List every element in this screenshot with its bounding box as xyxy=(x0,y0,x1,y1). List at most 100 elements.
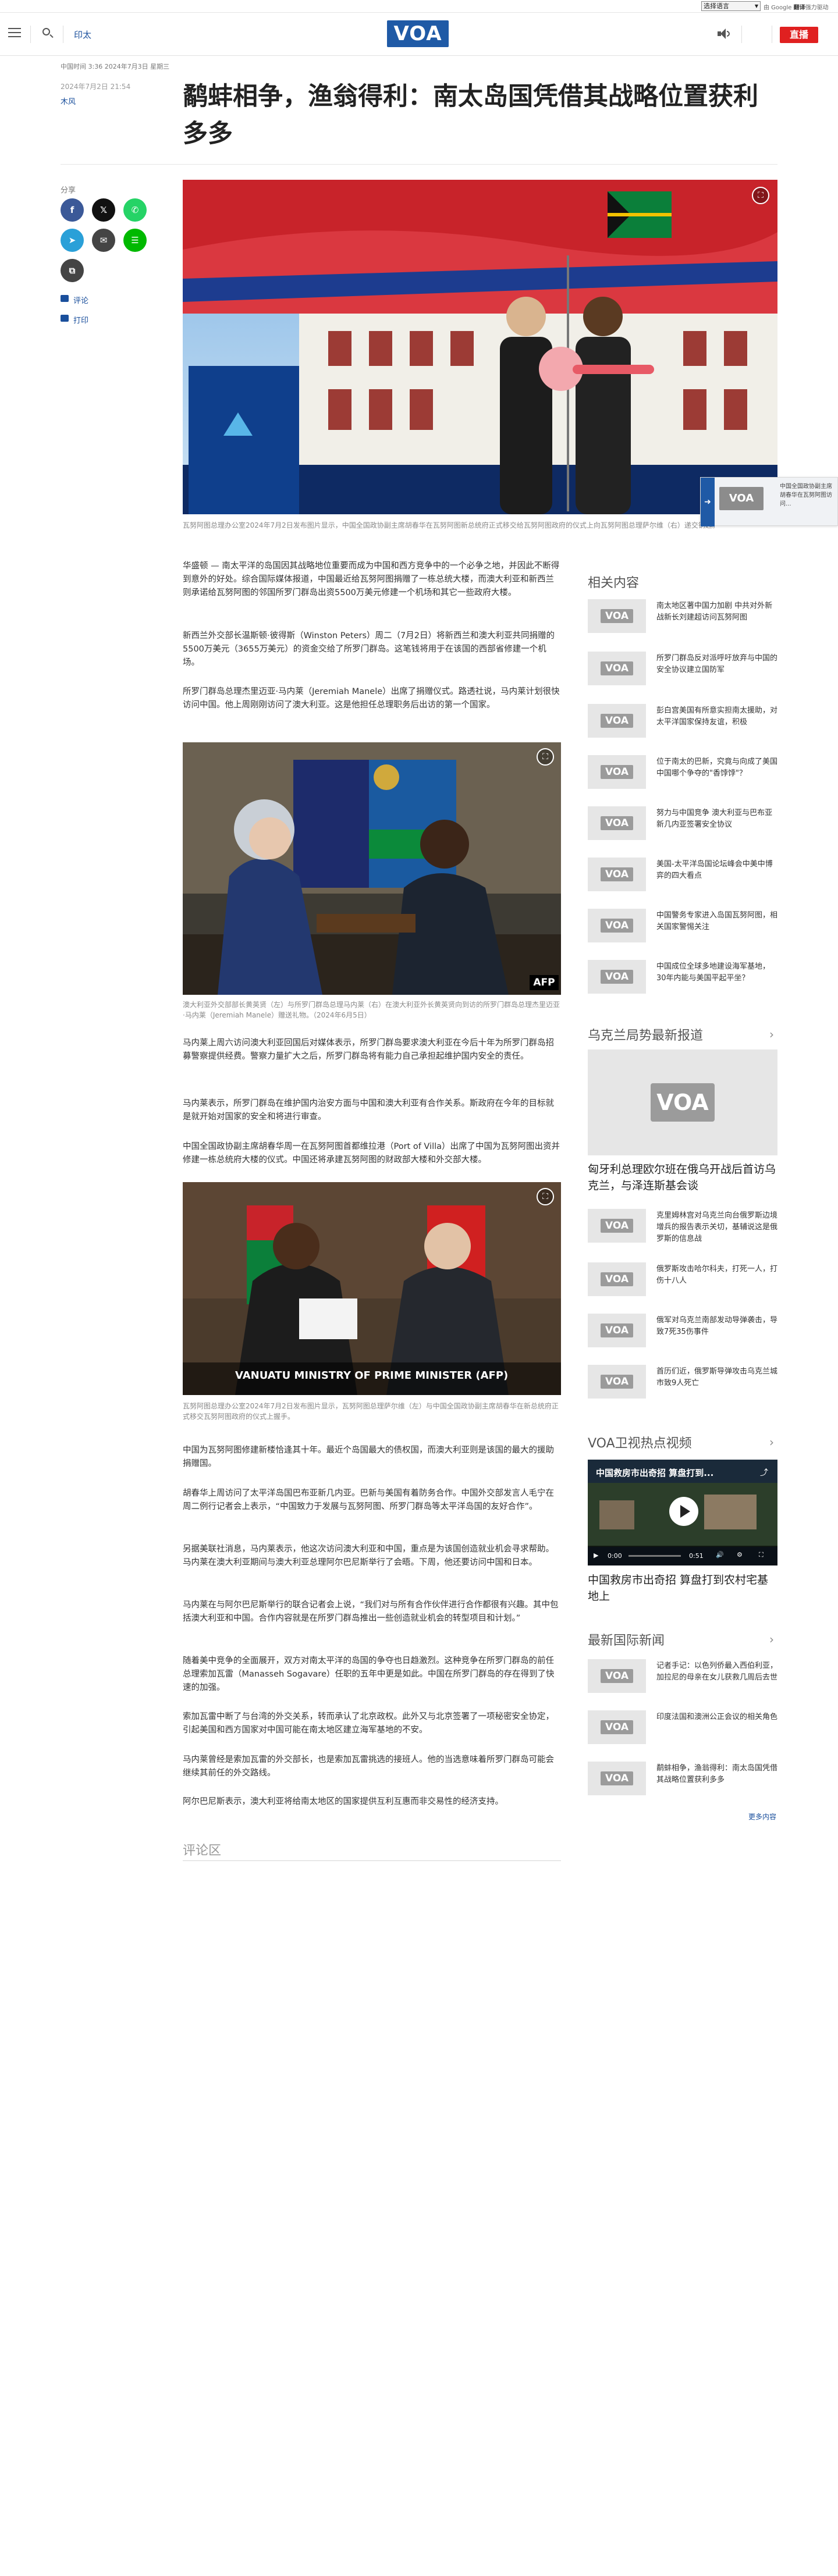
intl-item[interactable]: VOA 记者手记：以色列侨最入西伯利亚，加拉尼的母亲在女儿获救几周后去世 xyxy=(588,1659,777,1700)
intl-item[interactable]: VOA 印度法国和澳洲公正会议的相关角色 xyxy=(588,1710,777,1751)
ukraine-item[interactable]: VOA 俄军对乌克兰南部发动导弹袭击，导致7死35伤事件 xyxy=(588,1314,777,1354)
afp-badge: AFP xyxy=(530,975,559,990)
divider xyxy=(61,164,777,165)
thumbnail-logo: VOA xyxy=(601,714,633,728)
article-image-2: AFP ⛶ xyxy=(183,742,561,995)
thumbnail-logo: VOA xyxy=(601,661,633,675)
related-item[interactable]: VOA 中国警务专家进入岛国瓦努阿图，相关国家警惕关注 xyxy=(588,909,777,949)
video-caption-link[interactable]: 中国救房市出奇招 算盘打到农村宅基地上 xyxy=(588,1572,777,1604)
print-link[interactable]: 打印 xyxy=(61,314,88,325)
language-select-label: 选择语言 xyxy=(704,2,729,10)
thumbnail-logo: VOA xyxy=(601,1669,633,1683)
live-button[interactable]: 直播 xyxy=(780,27,818,43)
video-heading: VOA卫视热点视频 xyxy=(588,1436,692,1451)
facebook-share-icon[interactable]: f xyxy=(61,198,84,222)
audio-icon[interactable] xyxy=(718,29,730,39)
author-link[interactable]: 木风 xyxy=(61,95,76,106)
expand-icon[interactable]: ⛶ xyxy=(537,748,554,766)
video-player[interactable]: 中国救房市出奇招 算盘打到... ⤴ ▶ 0:00 0:51 🔊 ⚙ ⛶ xyxy=(588,1460,777,1565)
related-item[interactable]: VOA 位于南太的巴新，究竟与向成了美国中国哪个争夺的"香饽饽"？ xyxy=(588,755,777,796)
intl-heading: 最新国际新闻 xyxy=(588,1634,665,1648)
play-button[interactable] xyxy=(669,1497,698,1526)
floating-article-card[interactable]: ➜ VOA 中国全国政协副主席胡春华在瓦努阿图访问... xyxy=(700,477,838,526)
handshake-photo xyxy=(183,1182,561,1395)
thumbnail: VOA xyxy=(588,858,646,891)
intl-item-title: 记者手记：以色列侨最入西伯利亚，加拉尼的母亲在女儿获救几周后去世 xyxy=(656,1661,778,1682)
section-link-indo-pacific[interactable]: 印太 xyxy=(74,29,91,41)
voa-logo[interactable]: VOA xyxy=(387,20,449,47)
fullscreen-icon[interactable]: ⛶ xyxy=(759,1551,764,1559)
arrow-right-icon[interactable]: ➜ xyxy=(701,478,715,526)
thumbnail-logo: VOA xyxy=(601,765,633,779)
article-paragraph: 另据美联社消息，马内莱表示，他这次访问澳大利亚和中国，重点是为该国创造就业机会寻… xyxy=(183,1545,554,1567)
thumbnail-logo: VOA xyxy=(601,1375,633,1389)
thumbnail: VOA xyxy=(588,1314,646,1347)
credit-suffix: 强力驱动 xyxy=(805,5,829,11)
divider xyxy=(741,26,742,43)
video-progress[interactable] xyxy=(628,1555,681,1557)
timeline-date: 中国时间 3:36 2024年7月3日 星期三 xyxy=(61,63,170,70)
thumbnail-logo: VOA xyxy=(601,609,633,623)
expand-icon[interactable]: ⛶ xyxy=(537,1188,554,1205)
comments-link[interactable]: 评论 xyxy=(61,294,88,305)
comments-link-label: 评论 xyxy=(73,297,89,305)
divider xyxy=(30,26,31,43)
ukraine-heading: 乌克兰局势最新报道 xyxy=(588,1029,704,1043)
search-icon[interactable] xyxy=(41,27,54,40)
image-2-caption: 澳大利亚外交部部长黄英贤（左）与所罗门群岛总理马内莱（右）在澳大利亚外长黄英贤向… xyxy=(183,1001,560,1019)
play-icon[interactable]: ▶ xyxy=(594,1552,598,1559)
language-select[interactable]: 选择语言 ▼ xyxy=(701,1,761,11)
volume-icon[interactable]: 🔊 xyxy=(716,1551,724,1559)
intl-item[interactable]: VOA 鹬蚌相争，渔翁得利：南太岛国凭借其战略位置获利多多 xyxy=(588,1762,777,1802)
x-share-icon[interactable]: 𝕏 xyxy=(92,198,115,222)
settings-icon[interactable]: ⚙ xyxy=(737,1551,743,1559)
thumbnail-logo: VOA xyxy=(601,970,633,984)
related-item[interactable]: VOA 南太地区著中国力加剧 中共对外新战新长刘建超访问瓦努阿图 xyxy=(588,599,777,640)
article-paragraph: 马内莱表示，所罗门群岛在维护国内治安方面与中国和澳大利亚有合作关系。斯政府在今年… xyxy=(183,1099,554,1122)
thumbnail: VOA xyxy=(588,1710,646,1744)
print-link-label: 打印 xyxy=(73,316,89,325)
related-item[interactable]: VOA 努力与中国竞争 澳大利亚与巴布亚新几内亚签署安全协议 xyxy=(588,806,777,847)
ukraine-feature-title[interactable]: 匈牙利总理欧尔班在俄乌开战后首访乌克兰，与泽连斯基会谈 xyxy=(588,1161,777,1194)
ukraine-item-title: 俄军对乌克兰南部发动导弹袭击，导致7死35伤事件 xyxy=(656,1316,778,1336)
video-duration: 0:51 xyxy=(689,1552,704,1560)
ukraine-item[interactable]: VOA 俄罗斯攻击哈尔科夫，打死一人，打伤十八人 xyxy=(588,1262,777,1303)
video-section-link[interactable]: VOA卫视热点视频 › xyxy=(588,1433,777,1451)
thumbnail-logo: VOA xyxy=(601,1771,633,1785)
ukraine-section-link[interactable]: 乌克兰局势最新报道 › xyxy=(588,1025,777,1043)
related-item[interactable]: VOA 所罗门群岛反对派呼吁放弃与中国的安全协议建立国防军 xyxy=(588,652,777,692)
share-icon[interactable]: ⤴ xyxy=(760,1467,768,1478)
chevron-right-icon: › xyxy=(769,1632,774,1646)
thumbnail: VOA xyxy=(588,1659,646,1693)
ukraine-feature-thumbnail[interactable]: VOA xyxy=(588,1049,777,1155)
email-share-icon[interactable]: ✉ xyxy=(92,229,115,252)
share-label: 分享 xyxy=(61,186,76,195)
expand-icon[interactable]: ⛶ xyxy=(752,187,769,204)
article-paragraph: 随着美中竞争的全面展开，双方对南太平洋的岛国的争夺也日趋激烈。这种竞争在所罗门群… xyxy=(183,1656,555,1692)
comments-heading: 评论区 xyxy=(183,1844,222,1858)
credit-brand: 翻译 xyxy=(793,5,805,11)
chevron-down-icon: ▼ xyxy=(754,3,758,9)
hero-photo xyxy=(183,180,777,514)
intl-section-link[interactable]: 最新国际新闻 › xyxy=(588,1630,777,1648)
ukraine-item[interactable]: VOA 克里姆林宫对乌克兰向台俄罗斯边境增兵的报告表示关切，基辅说这是俄罗斯的信息… xyxy=(588,1209,777,1250)
line-share-icon[interactable]: ☰ xyxy=(123,229,147,252)
whatsapp-share-icon[interactable]: ✆ xyxy=(123,198,147,222)
credit-prefix: 由 Google xyxy=(764,5,792,11)
more-link[interactable]: 更多内容 xyxy=(748,1812,776,1821)
publish-date: 2024年7月2日 21:54 xyxy=(61,83,131,91)
related-item[interactable]: VOA 彭白宫美国有所意实担南太援助，对太平洋国家保持友谊，积极 xyxy=(588,704,777,745)
related-item[interactable]: VOA 中国成位全球多地建设海军基地，30年内能与美国平起平坐？ xyxy=(588,960,777,995)
article-paragraph: 所罗门群岛总理杰里迈亚·马内莱（Jeremiah Manele）出席了捐赠仪式。… xyxy=(183,687,560,710)
ukraine-item[interactable]: VOA 首历们近，俄罗斯导弹攻击乌克兰城市致9人死亡 xyxy=(588,1365,777,1406)
related-item-title: 南太地区著中国力加剧 中共对外新战新长刘建超访问瓦努阿图 xyxy=(656,602,773,622)
article-paragraph: 胡春华上周访问了太平洋岛国巴布亚新几内亚。巴新与美国有着防务合作。中国外交部发言… xyxy=(183,1489,554,1511)
site-header: 印太 VOA 直播 xyxy=(0,13,838,56)
telegram-share-icon[interactable]: ➤ xyxy=(61,229,84,252)
related-item[interactable]: VOA 美国-太平洋岛国论坛峰会中美中博弈的四大看点 xyxy=(588,858,777,898)
thumbnail-logo: VOA xyxy=(719,487,764,510)
article-paragraph: 马内莱上周六访问澳大利亚回国后对媒体表示，所罗门群岛要求澳大利亚在今后十年为所罗… xyxy=(183,1038,554,1061)
menu-icon[interactable] xyxy=(8,28,21,38)
copy-link-icon[interactable]: ⧉ xyxy=(61,259,84,282)
related-item-title: 中国警务专家进入岛国瓦努阿图，相关国家警惕关注 xyxy=(656,911,778,931)
